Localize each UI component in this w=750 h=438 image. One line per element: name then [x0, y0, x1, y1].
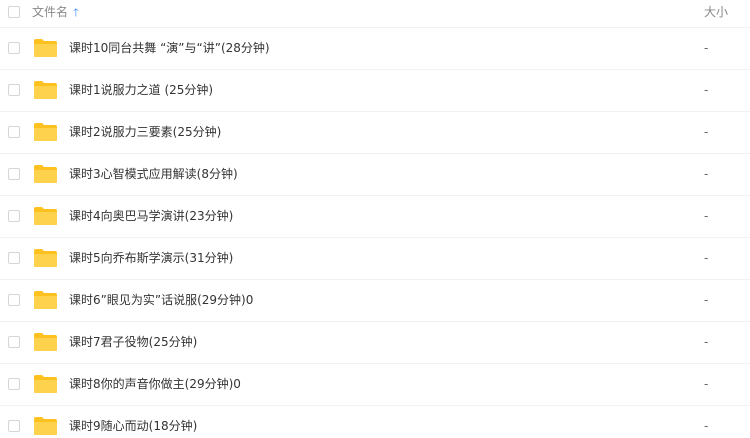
file-size: -: [704, 209, 709, 223]
folder-icon: [34, 123, 57, 141]
file-size: -: [704, 83, 709, 97]
file-row[interactable]: 课时3心智模式应用解读(8分钟) -: [0, 154, 750, 196]
file-rows: 课时10同台共舞 “演”与“讲”(28分钟) - 课时1说服力之道 (25分钟)…: [0, 28, 750, 438]
file-size: -: [704, 293, 709, 307]
file-row[interactable]: 课时1说服力之道 (25分钟) -: [0, 70, 750, 112]
file-row[interactable]: 课时4向奥巴马学演讲(23分钟) -: [0, 196, 750, 238]
file-name[interactable]: 课时8你的声音你做主(29分钟)0: [69, 376, 241, 392]
file-row[interactable]: 课时8你的声音你做主(29分钟)0 -: [0, 364, 750, 406]
folder-icon: [34, 291, 57, 309]
file-name[interactable]: 课时10同台共舞 “演”与“讲”(28分钟): [69, 40, 270, 56]
file-name[interactable]: 课时6”眼见为实”话说服(29分钟)0: [69, 292, 253, 308]
file-row[interactable]: 课时7君子役物(25分钟) -: [0, 322, 750, 364]
select-all-checkbox[interactable]: [8, 6, 20, 18]
file-name[interactable]: 课时3心智模式应用解读(8分钟): [69, 166, 238, 182]
file-name[interactable]: 课时5向乔布斯学演示(31分钟): [69, 250, 233, 266]
file-size: -: [704, 335, 709, 349]
file-name[interactable]: 课时1说服力之道 (25分钟): [69, 82, 213, 98]
folder-icon: [34, 249, 57, 267]
row-checkbox[interactable]: [8, 168, 20, 180]
file-size: -: [704, 377, 709, 391]
file-size: -: [704, 167, 709, 181]
file-list-header: 文件名 🡑 大小: [0, 0, 750, 28]
row-checkbox[interactable]: [8, 126, 20, 138]
file-name[interactable]: 课时2说服力三要素(25分钟): [69, 124, 221, 140]
folder-icon: [34, 333, 57, 351]
folder-icon: [34, 207, 57, 225]
file-row[interactable]: 课时2说服力三要素(25分钟) -: [0, 112, 750, 154]
column-header-name[interactable]: 文件名 🡑: [32, 5, 79, 20]
row-checkbox[interactable]: [8, 420, 20, 432]
file-size: -: [704, 125, 709, 139]
row-checkbox[interactable]: [8, 378, 20, 390]
file-name[interactable]: 课时7君子役物(25分钟): [69, 334, 197, 350]
file-row[interactable]: 课时9随心而动(18分钟) -: [0, 406, 750, 438]
row-checkbox[interactable]: [8, 84, 20, 96]
folder-icon: [34, 417, 57, 435]
arrow-up-icon[interactable]: 🡑: [73, 6, 79, 20]
file-name[interactable]: 课时4向奥巴马学演讲(23分钟): [69, 208, 233, 224]
column-header-name-label: 文件名: [32, 5, 69, 19]
row-checkbox[interactable]: [8, 294, 20, 306]
file-list: 文件名 🡑 大小 课时10同台共舞 “演”与“讲”(28分钟) - 课时1说服力之…: [0, 0, 750, 438]
folder-icon: [34, 165, 57, 183]
file-row[interactable]: 课时10同台共舞 “演”与“讲”(28分钟) -: [0, 28, 750, 70]
file-row[interactable]: 课时6”眼见为实”话说服(29分钟)0 -: [0, 280, 750, 322]
row-checkbox[interactable]: [8, 336, 20, 348]
folder-icon: [34, 81, 57, 99]
row-checkbox[interactable]: [8, 210, 20, 222]
file-row[interactable]: 课时5向乔布斯学演示(31分钟) -: [0, 238, 750, 280]
row-checkbox[interactable]: [8, 252, 20, 264]
row-checkbox[interactable]: [8, 42, 20, 54]
folder-icon: [34, 39, 57, 57]
file-size: -: [704, 251, 709, 265]
folder-icon: [34, 375, 57, 393]
file-size: -: [704, 419, 709, 433]
column-header-size[interactable]: 大小: [704, 5, 728, 19]
file-name[interactable]: 课时9随心而动(18分钟): [69, 418, 197, 434]
file-size: -: [704, 41, 709, 55]
